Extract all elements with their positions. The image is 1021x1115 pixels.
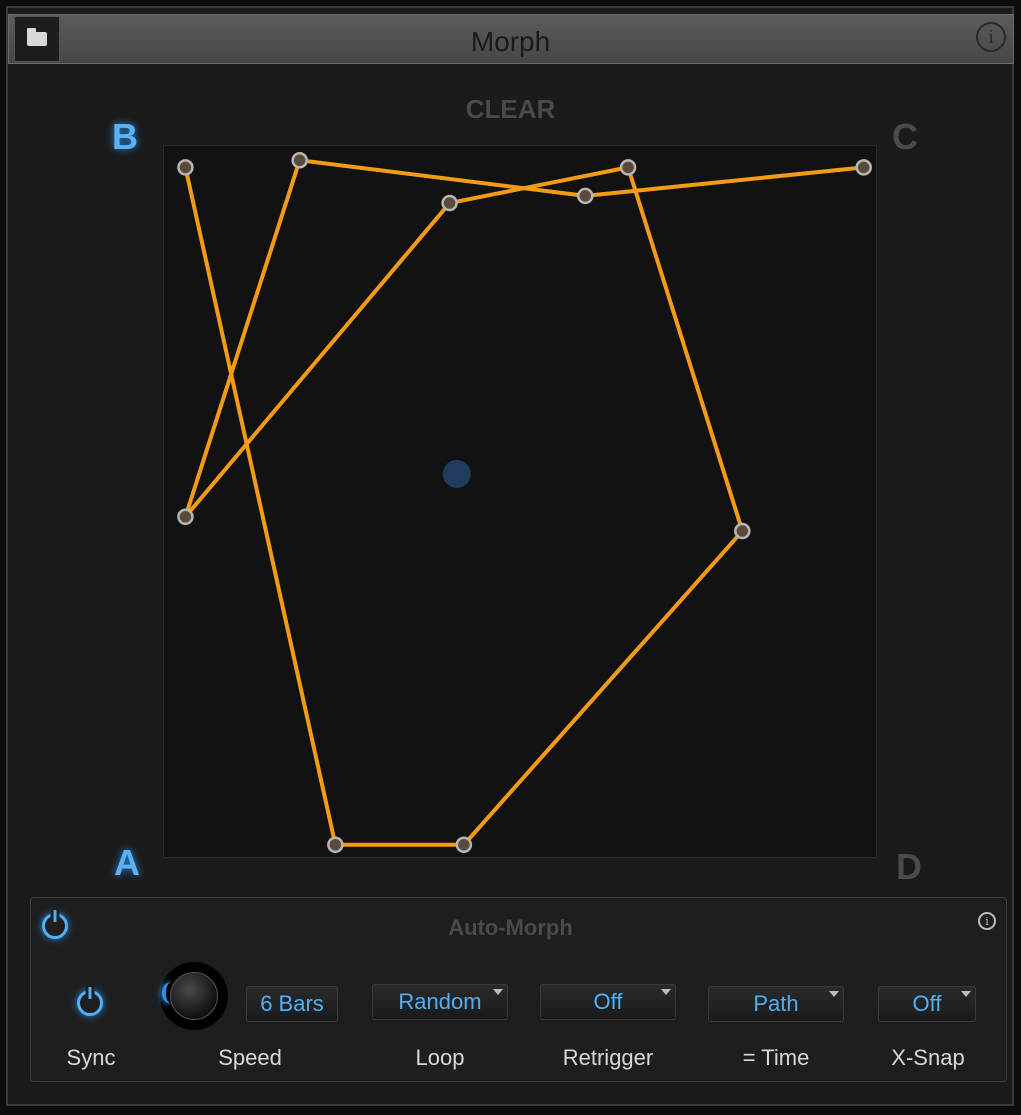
path-segment xyxy=(461,529,745,847)
sync-power-icon[interactable] xyxy=(77,990,103,1016)
path-node[interactable] xyxy=(619,159,637,176)
morph-cursor[interactable] xyxy=(442,459,471,488)
info-icon[interactable]: i xyxy=(976,22,1006,52)
path-node[interactable] xyxy=(177,159,194,176)
path-node[interactable] xyxy=(441,194,458,212)
chevron-down-icon xyxy=(961,991,971,997)
path-segment xyxy=(183,158,302,519)
path-segment xyxy=(626,165,745,534)
loop-label: Loop xyxy=(415,1045,465,1070)
corner-b-label[interactable]: B xyxy=(112,116,138,158)
speed-value-box[interactable]: 6 Bars xyxy=(246,986,338,1022)
corner-a-label[interactable]: A xyxy=(114,842,140,884)
chevron-down-icon xyxy=(661,989,671,995)
path-segment xyxy=(447,165,631,206)
path-segment xyxy=(297,158,588,198)
corner-c-label[interactable]: C xyxy=(892,116,918,158)
retrigger-dropdown[interactable]: Off xyxy=(540,984,676,1020)
speed-knob[interactable] xyxy=(160,962,228,1030)
path-segment xyxy=(183,165,338,847)
retrigger-value: Off xyxy=(593,989,623,1014)
speed-label: Speed xyxy=(218,1045,282,1070)
sync-label: Sync xyxy=(66,1045,116,1070)
clear-button[interactable]: CLEAR xyxy=(0,94,1021,125)
corner-d-label[interactable]: D xyxy=(896,846,922,888)
chevron-down-icon xyxy=(493,989,503,995)
path-node[interactable] xyxy=(177,508,194,526)
path-node[interactable] xyxy=(577,187,594,205)
path-node[interactable] xyxy=(734,522,751,540)
loop-dropdown[interactable]: Random xyxy=(372,984,508,1020)
path-node[interactable] xyxy=(455,836,473,853)
morph-path-canvas[interactable] xyxy=(164,146,878,859)
time-label: = Time xyxy=(742,1045,810,1070)
xsnap-value: Off xyxy=(912,991,942,1016)
xsnap-dropdown[interactable]: Off xyxy=(878,986,976,1022)
xsnap-label: X-Snap xyxy=(891,1045,965,1070)
speed-knob-cap xyxy=(170,972,218,1020)
time-dropdown[interactable]: Path xyxy=(708,986,844,1022)
speed-value: 6 Bars xyxy=(260,991,324,1016)
auto-morph-title: Auto-Morph xyxy=(448,915,573,940)
morph-xy-pad[interactable] xyxy=(163,145,877,858)
path-node[interactable] xyxy=(855,159,872,176)
path-segment xyxy=(183,201,452,519)
chevron-down-icon xyxy=(829,991,839,997)
loop-value: Random xyxy=(398,989,482,1014)
auto-morph-info-icon[interactable]: i xyxy=(978,912,996,930)
window-title: Morph xyxy=(470,26,551,57)
path-node[interactable] xyxy=(327,836,344,853)
retrigger-label: Retrigger xyxy=(562,1045,654,1070)
time-value: Path xyxy=(753,991,799,1016)
path-node[interactable] xyxy=(291,152,308,169)
